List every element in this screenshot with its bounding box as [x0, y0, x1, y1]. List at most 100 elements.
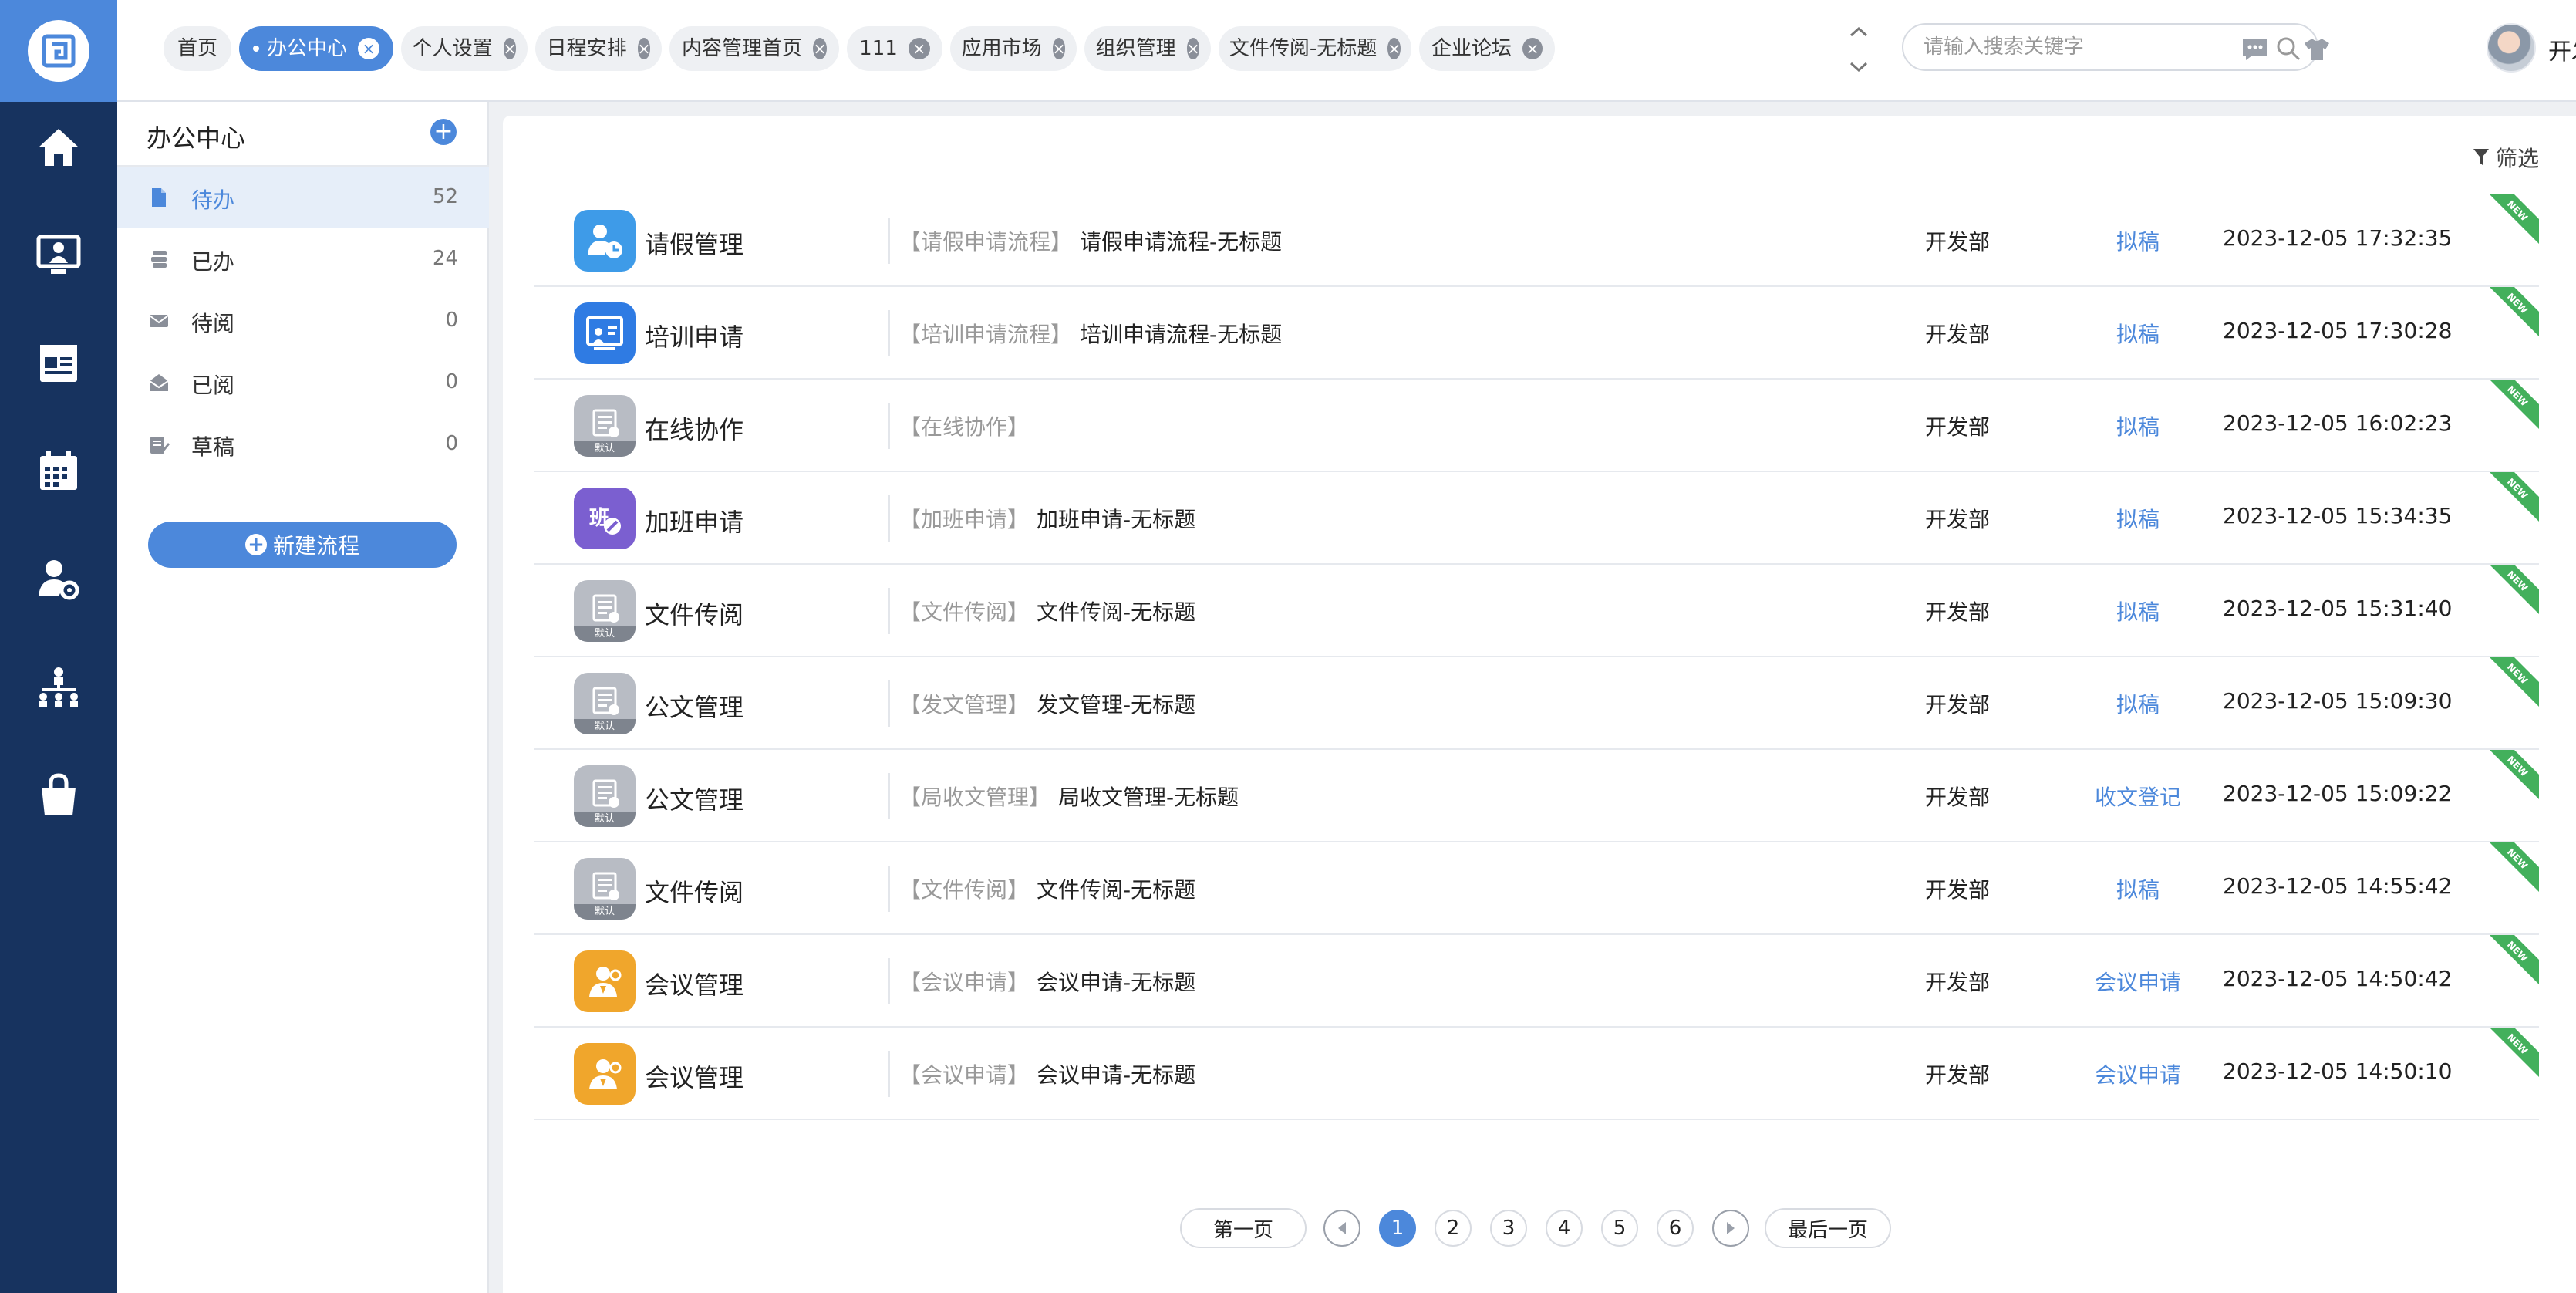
list-item[interactable]: 请假管理 【请假申请流程】 请假申请流程-无标题 开发部 拟稿 2023-12-05 17…: [534, 194, 2539, 287]
step-link[interactable]: 拟稿: [2045, 225, 2230, 256]
rail-app-market[interactable]: [0, 755, 117, 839]
timestamp: 2023-12-05 15:09:22: [2223, 781, 2453, 806]
rail-calendar[interactable]: [0, 430, 117, 515]
skin-button[interactable]: [2300, 32, 2334, 66]
user-name[interactable]: 开发部员工1: [2548, 32, 2576, 66]
step-link[interactable]: 拟稿: [2045, 318, 2230, 349]
page-number[interactable]: 1: [1379, 1210, 1416, 1247]
sidebar-item-5[interactable]: 草稿 0: [117, 414, 489, 475]
sidebar-item-label: 待办: [191, 187, 235, 213]
rail-personal-settings[interactable]: [0, 538, 117, 623]
new-flow-button[interactable]: + 新建流程: [148, 522, 457, 568]
page-number[interactable]: 5: [1601, 1210, 1638, 1247]
step-link[interactable]: 拟稿: [2045, 688, 2230, 719]
page-number[interactable]: 6: [1657, 1210, 1694, 1247]
department: 开发部: [1925, 507, 1991, 532]
list-item[interactable]: 会议管理 【会议申请】 会议申请-无标题 开发部 会议申请 2023-12-05 14:5…: [534, 935, 2539, 1028]
list-item[interactable]: 培训申请 【培训申请流程】 培训申请流程-无标题 开发部 拟稿 2023-12-05 17…: [534, 287, 2539, 380]
sidebar-item-count: 0: [445, 370, 458, 393]
tab-3[interactable]: 个人设置 ×: [401, 26, 528, 71]
new-ribbon-icon: NEW: [2490, 472, 2539, 522]
search-icon[interactable]: [2275, 35, 2301, 65]
step-link[interactable]: 拟稿: [2045, 503, 2230, 534]
tab-9[interactable]: 文件传阅-无标题 ×: [1219, 26, 1411, 71]
user-gear-icon: [35, 556, 82, 606]
department: 开发部: [1925, 785, 1991, 810]
chevron-down-icon: [1849, 62, 1868, 73]
close-icon[interactable]: ×: [1387, 38, 1401, 59]
prev-page-button[interactable]: [1323, 1210, 1360, 1247]
sidebar-item-3[interactable]: 待阅 0: [117, 290, 489, 352]
page-number[interactable]: 4: [1546, 1210, 1583, 1247]
list-item[interactable]: 默认 公文管理 【发文管理】 发文管理-无标题 开发部 拟稿 2023-12-05 15:0…: [534, 657, 2539, 750]
sidebar-item-1[interactable]: 待办 52: [117, 167, 489, 228]
flow-title[interactable]: 发文管理-无标题: [1037, 688, 1195, 719]
chat-icon: [2243, 39, 2267, 60]
step-link[interactable]: 收文登记: [2045, 781, 2230, 812]
tab-2[interactable]: 办公中心 ×: [239, 26, 393, 71]
step-link[interactable]: 会议申请: [2045, 1058, 2230, 1089]
step-link[interactable]: 拟稿: [2045, 410, 2230, 441]
tab-label: 首页: [177, 37, 217, 60]
filter-icon: [2473, 149, 2489, 165]
step-link[interactable]: 拟稿: [2045, 873, 2230, 904]
close-icon[interactable]: ×: [358, 38, 379, 59]
message-button[interactable]: [2238, 32, 2272, 66]
app-logo[interactable]: [0, 0, 117, 102]
tab-scroll-toggle[interactable]: [1843, 26, 1874, 73]
page-number[interactable]: 2: [1435, 1210, 1472, 1247]
active-dot: [252, 46, 259, 52]
list-item[interactable]: 默认 公文管理 【局收文管理】 局收文管理-无标题 开发部 收文登记 2023-12-05 …: [534, 750, 2539, 842]
page-number[interactable]: 3: [1490, 1210, 1527, 1247]
divider: [888, 958, 890, 1004]
tab-8[interactable]: 组织管理 ×: [1084, 26, 1211, 71]
step-link[interactable]: 会议申请: [2045, 966, 2230, 997]
flow-title[interactable]: 请假申请流程-无标题: [1080, 225, 1282, 256]
tab-10[interactable]: 企业论坛 ×: [1419, 26, 1555, 71]
flow-title[interactable]: 加班申请-无标题: [1037, 503, 1195, 534]
flow-title[interactable]: 局收文管理-无标题: [1058, 781, 1239, 812]
close-icon[interactable]: ×: [908, 38, 930, 59]
rail-workbench[interactable]: [0, 214, 117, 299]
flow-title[interactable]: 会议申请-无标题: [1037, 966, 1195, 997]
flow-title[interactable]: 文件传阅-无标题: [1037, 596, 1195, 626]
list-item[interactable]: 默认 文件传阅 【文件传阅】 文件传阅-无标题 开发部 拟稿 2023-12-05 14:5…: [534, 842, 2539, 935]
list-item[interactable]: 班加班申请 【加班申请】 加班申请-无标题 开发部 拟稿 2023-12-05 15:34…: [534, 472, 2539, 565]
filter-button[interactable]: 筛选: [2473, 142, 2539, 173]
new-ribbon-icon: NEW: [2490, 565, 2539, 614]
search-input[interactable]: [1924, 25, 2263, 69]
sidebar-item-4[interactable]: 已阅 0: [117, 352, 489, 414]
list-item[interactable]: 默认 在线协作 【在线协作】 开发部 拟稿 2023-12-05 16:02:23 NEW: [534, 380, 2539, 472]
close-icon[interactable]: ×: [637, 38, 651, 59]
tab-5[interactable]: 内容管理首页 ×: [669, 26, 839, 71]
first-page-button[interactable]: 第一页: [1180, 1208, 1307, 1248]
last-page-button[interactable]: 最后一页: [1765, 1208, 1891, 1248]
close-icon[interactable]: ×: [503, 38, 517, 59]
timestamp: 2023-12-05 17:32:35: [2223, 225, 2453, 251]
avatar[interactable]: [2487, 23, 2536, 73]
next-page-button[interactable]: [1712, 1210, 1749, 1247]
tab-7[interactable]: 应用市场 ×: [950, 26, 1077, 71]
list-item[interactable]: 会议管理 【会议申请】 会议申请-无标题 开发部 会议申请 2023-12-05 14:5…: [534, 1028, 2539, 1120]
close-icon[interactable]: ×: [1052, 38, 1066, 59]
department: 开发部: [1925, 877, 1991, 903]
app-name: 在线协作: [645, 415, 744, 444]
app-name: 加班申请: [645, 508, 744, 537]
close-icon[interactable]: ×: [1186, 38, 1200, 59]
flow-title[interactable]: 会议申请-无标题: [1037, 1058, 1195, 1089]
close-icon[interactable]: ×: [813, 38, 827, 59]
flow-title[interactable]: 文件传阅-无标题: [1037, 873, 1195, 904]
list-item[interactable]: 默认 文件传阅 【文件传阅】 文件传阅-无标题 开发部 拟稿 2023-12-05 15:3…: [534, 565, 2539, 657]
tab-6[interactable]: 111 ×: [847, 26, 942, 71]
rail-organization[interactable]: [0, 646, 117, 731]
tab-1[interactable]: 首页: [164, 26, 231, 71]
tab-4[interactable]: 日程安排 ×: [535, 26, 662, 71]
rail-news[interactable]: [0, 322, 117, 407]
flow-title[interactable]: 培训申请流程-无标题: [1080, 318, 1282, 349]
default-app-icon: 默认: [574, 765, 636, 827]
rail-home[interactable]: [0, 106, 117, 191]
close-icon[interactable]: ×: [1522, 38, 1543, 59]
add-icon[interactable]: +: [430, 119, 457, 145]
step-link[interactable]: 拟稿: [2045, 596, 2230, 626]
sidebar-item-2[interactable]: 已办 24: [117, 228, 489, 290]
